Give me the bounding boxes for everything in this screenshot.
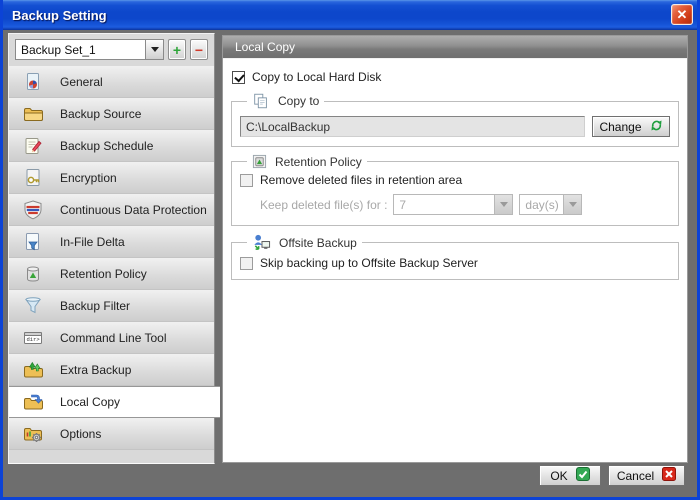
ok-button-label: OK bbox=[550, 469, 567, 483]
backup-source-icon bbox=[22, 103, 46, 125]
sidebar-nav: General Backup Source Backup Schedule En… bbox=[9, 66, 214, 450]
sidebar-item-extra-backup[interactable]: Extra Backup bbox=[9, 354, 214, 386]
keep-unit-select: day(s) bbox=[519, 194, 582, 215]
chevron-down-icon bbox=[151, 47, 159, 52]
command-line-icon: dir> bbox=[22, 327, 46, 349]
sidebar-item-label: Local Copy bbox=[60, 395, 120, 409]
sidebar-item-label: Extra Backup bbox=[60, 363, 131, 377]
keep-value-select: 7 bbox=[393, 194, 513, 215]
remove-deleted-checkbox[interactable] bbox=[240, 174, 253, 187]
copy-to-local-checkbox-row[interactable]: Copy to Local Hard Disk bbox=[232, 70, 687, 84]
sidebar-item-local-copy[interactable]: Local Copy bbox=[9, 386, 220, 418]
sidebar-item-retention-policy[interactable]: Retention Policy bbox=[9, 258, 214, 290]
change-button[interactable]: Change bbox=[592, 116, 670, 137]
retention-group-title: Retention Policy bbox=[275, 155, 362, 169]
sidebar-item-label: Continuous Data Protection bbox=[60, 203, 207, 217]
sidebar: Backup Set_1 + − General bbox=[8, 33, 215, 464]
chevron-down-icon bbox=[569, 202, 577, 207]
keep-deleted-row: Keep deleted file(s) for : 7 day(s) bbox=[260, 194, 670, 215]
sidebar-item-label: General bbox=[60, 75, 103, 89]
dialog-title: Backup Setting bbox=[12, 8, 107, 23]
backup-schedule-icon bbox=[22, 135, 46, 157]
backup-set-select[interactable]: Backup Set_1 bbox=[15, 39, 164, 60]
sidebar-item-label: In-File Delta bbox=[60, 235, 125, 249]
offsite-backup-icon bbox=[252, 233, 271, 252]
chevron-down-icon bbox=[500, 202, 508, 207]
add-backup-set-button[interactable]: + bbox=[168, 39, 186, 60]
title-bar[interactable]: Backup Setting ✕ bbox=[3, 0, 697, 30]
sidebar-item-in-file-delta[interactable]: In-File Delta bbox=[9, 226, 214, 258]
retention-policy-icon bbox=[22, 263, 46, 285]
sidebar-item-options[interactable]: Options bbox=[9, 418, 214, 450]
backup-set-row: Backup Set_1 + − bbox=[9, 34, 214, 64]
sidebar-item-label: Backup Schedule bbox=[60, 139, 153, 153]
minus-icon: − bbox=[195, 43, 203, 57]
ok-button[interactable]: OK bbox=[539, 465, 601, 486]
keep-unit-dropdown-button bbox=[563, 194, 582, 215]
plus-icon: + bbox=[173, 43, 181, 57]
keep-value-dropdown-button bbox=[494, 194, 513, 215]
sidebar-item-encryption[interactable]: Encryption bbox=[9, 162, 214, 194]
panel-header: Local Copy bbox=[223, 36, 687, 59]
keep-value: 7 bbox=[393, 194, 494, 215]
sidebar-item-label: Backup Filter bbox=[60, 299, 130, 313]
local-copy-panel: Local Copy Copy to Local Hard Disk Copy … bbox=[222, 35, 688, 463]
encryption-icon bbox=[22, 167, 46, 189]
cancel-button[interactable]: Cancel bbox=[608, 465, 685, 486]
cancel-button-label: Cancel bbox=[617, 469, 654, 483]
sidebar-item-backup-filter[interactable]: Backup Filter bbox=[9, 290, 214, 322]
sidebar-item-general[interactable]: General bbox=[9, 66, 214, 98]
change-button-label: Change bbox=[599, 120, 641, 134]
sidebar-item-label: Options bbox=[60, 427, 101, 441]
local-copy-icon bbox=[22, 391, 46, 413]
backup-setting-dialog: Backup Setting ✕ Backup Set_1 + − bbox=[0, 0, 700, 500]
sidebar-item-label: Retention Policy bbox=[60, 267, 147, 281]
close-icon: ✕ bbox=[677, 8, 688, 21]
skip-offsite-label: Skip backing up to Offsite Backup Server bbox=[260, 256, 478, 270]
refresh-icon bbox=[650, 119, 663, 135]
copy-to-group-title: Copy to bbox=[278, 94, 319, 108]
backup-set-dropdown-button[interactable] bbox=[145, 39, 164, 60]
sidebar-item-backup-schedule[interactable]: Backup Schedule bbox=[9, 130, 214, 162]
sidebar-item-label: Encryption bbox=[60, 171, 117, 185]
in-file-delta-icon bbox=[22, 231, 46, 253]
copy-to-local-label: Copy to Local Hard Disk bbox=[252, 70, 381, 84]
keep-unit: day(s) bbox=[519, 194, 563, 215]
copy-to-local-checkbox[interactable] bbox=[232, 71, 245, 84]
backup-set-value: Backup Set_1 bbox=[15, 39, 145, 60]
backup-filter-icon bbox=[22, 295, 46, 317]
offsite-group-title: Offsite Backup bbox=[279, 236, 357, 250]
sidebar-item-label: Command Line Tool bbox=[60, 331, 167, 345]
retention-policy-group: Retention Policy Remove deleted files in… bbox=[231, 154, 679, 226]
skip-offsite-checkbox[interactable] bbox=[240, 257, 253, 270]
svg-text:dir>: dir> bbox=[27, 336, 40, 343]
copy-to-group: Copy to Change bbox=[231, 92, 679, 147]
local-copy-path-input[interactable] bbox=[240, 116, 585, 137]
remove-deleted-label: Remove deleted files in retention area bbox=[260, 173, 462, 187]
dialog-footer: OK Cancel bbox=[539, 465, 685, 486]
options-icon bbox=[22, 423, 46, 445]
sidebar-item-command-line-tool[interactable]: dir> Command Line Tool bbox=[9, 322, 214, 354]
cancel-x-icon bbox=[662, 467, 676, 484]
skip-offsite-checkbox-row[interactable]: Skip backing up to Offsite Backup Server bbox=[240, 256, 670, 270]
sidebar-item-cdp[interactable]: Continuous Data Protection bbox=[9, 194, 214, 226]
offsite-backup-group: Offsite Backup Skip backing up to Offsit… bbox=[231, 233, 679, 280]
ok-check-icon bbox=[576, 467, 590, 484]
close-button[interactable]: ✕ bbox=[671, 4, 693, 25]
copy-to-path-row: Change bbox=[240, 116, 670, 137]
copy-pages-icon bbox=[252, 92, 270, 110]
remove-deleted-checkbox-row[interactable]: Remove deleted files in retention area bbox=[240, 173, 670, 187]
sidebar-item-label: Backup Source bbox=[60, 107, 141, 121]
sidebar-item-backup-source[interactable]: Backup Source bbox=[9, 98, 214, 130]
extra-backup-icon bbox=[22, 359, 46, 381]
keep-deleted-label: Keep deleted file(s) for : bbox=[260, 198, 387, 212]
general-icon bbox=[22, 71, 46, 93]
remove-backup-set-button[interactable]: − bbox=[190, 39, 208, 60]
cdp-icon bbox=[22, 199, 46, 221]
retention-bin-icon bbox=[252, 154, 267, 169]
